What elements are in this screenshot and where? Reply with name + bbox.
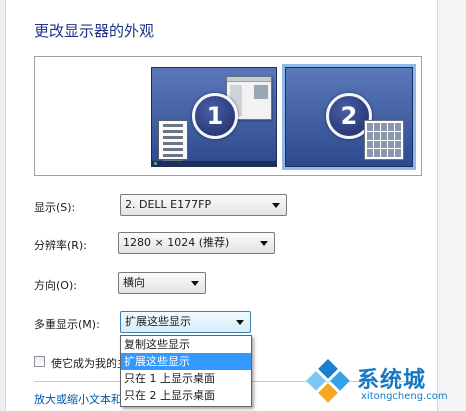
dropdown-option[interactable]: 只在 1 上显示桌面	[121, 370, 251, 387]
dropdown-option-selected[interactable]: 扩展这些显示	[121, 353, 251, 370]
brand-logo-icon	[304, 358, 352, 407]
display-select-value: 2. DELL E177FP	[125, 198, 212, 211]
monitor-1[interactable]: 1	[151, 67, 277, 167]
main-display-checkbox-label[interactable]: 使它成为我的主显示器	[51, 355, 120, 371]
orientation-select[interactable]: 横向	[118, 272, 206, 294]
watermark: 系统城 xitongcheng.com	[304, 358, 465, 410]
chevron-down-icon	[236, 320, 244, 325]
orientation-select-value: 横向	[123, 276, 145, 289]
chevron-down-icon	[272, 203, 280, 208]
window-frame-right	[437, 0, 466, 411]
orientation-label: 方向(O):	[34, 279, 77, 292]
taskbar-icon	[152, 161, 276, 166]
monitor-number-badge: 1	[192, 93, 238, 139]
multiple-displays-dropdown: 复制这些显示 扩展这些显示 只在 1 上显示桌面 只在 2 上显示桌面	[120, 335, 252, 407]
grid-window-icon	[364, 120, 404, 160]
list-window-icon	[158, 120, 188, 163]
display-label: 显示(S):	[34, 201, 76, 214]
chevron-down-icon	[260, 241, 268, 246]
multiple-displays-label: 多重显示(M):	[34, 318, 100, 331]
window-frame-left	[0, 0, 6, 411]
main-display-checkbox[interactable]	[34, 356, 45, 367]
chevron-down-icon	[191, 281, 199, 286]
display-select[interactable]: 2. DELL E177FP	[120, 194, 287, 216]
monitor-preview-area: 1 2	[34, 56, 422, 176]
text-size-link[interactable]: 放大或缩小文本和其他项目	[34, 391, 120, 407]
watermark-brand: 系统城	[357, 368, 427, 393]
resolution-select[interactable]: 1280 × 1024 (推荐)	[118, 232, 275, 254]
monitor-2[interactable]: 2	[282, 64, 416, 170]
resolution-label: 分辨率(R):	[34, 239, 87, 252]
resolution-select-value: 1280 × 1024 (推荐)	[123, 236, 230, 249]
dropdown-option[interactable]: 复制这些显示	[121, 336, 251, 353]
dropdown-option[interactable]: 只在 2 上显示桌面	[121, 387, 251, 404]
multiple-displays-select-value: 扩展这些显示	[125, 315, 191, 328]
page-title: 更改显示器的外观	[34, 22, 155, 40]
multiple-displays-select[interactable]: 扩展这些显示	[120, 311, 251, 333]
watermark-domain: xitongcheng.com	[361, 391, 448, 402]
